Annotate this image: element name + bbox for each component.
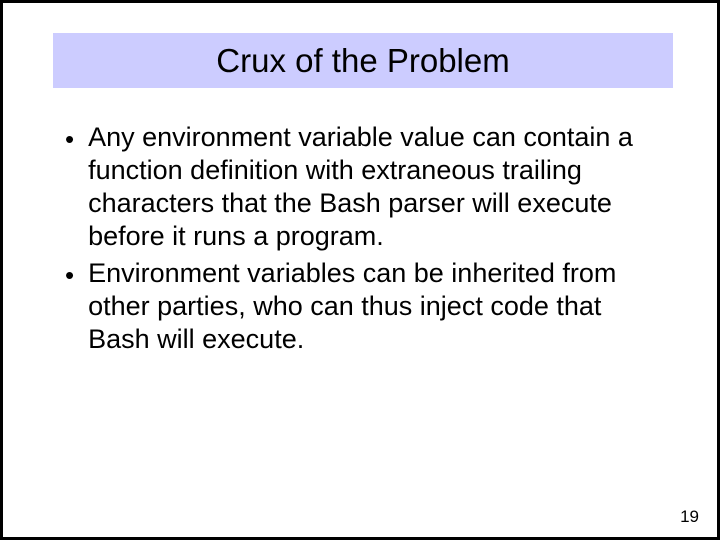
bullet-text: Any environment variable value can conta… <box>88 121 655 253</box>
bullet-icon: • <box>65 262 74 288</box>
slide-body: • Any environment variable value can con… <box>65 121 655 360</box>
slide-frame: Crux of the Problem • Any environment va… <box>0 0 720 540</box>
title-bar: Crux of the Problem <box>53 33 673 88</box>
list-item: • Any environment variable value can con… <box>65 121 655 253</box>
bullet-text: Environment variables can be inherited f… <box>88 257 655 356</box>
list-item: • Environment variables can be inherited… <box>65 257 655 356</box>
page-number: 19 <box>680 507 699 527</box>
bullet-icon: • <box>65 126 74 152</box>
slide-title: Crux of the Problem <box>216 42 509 80</box>
